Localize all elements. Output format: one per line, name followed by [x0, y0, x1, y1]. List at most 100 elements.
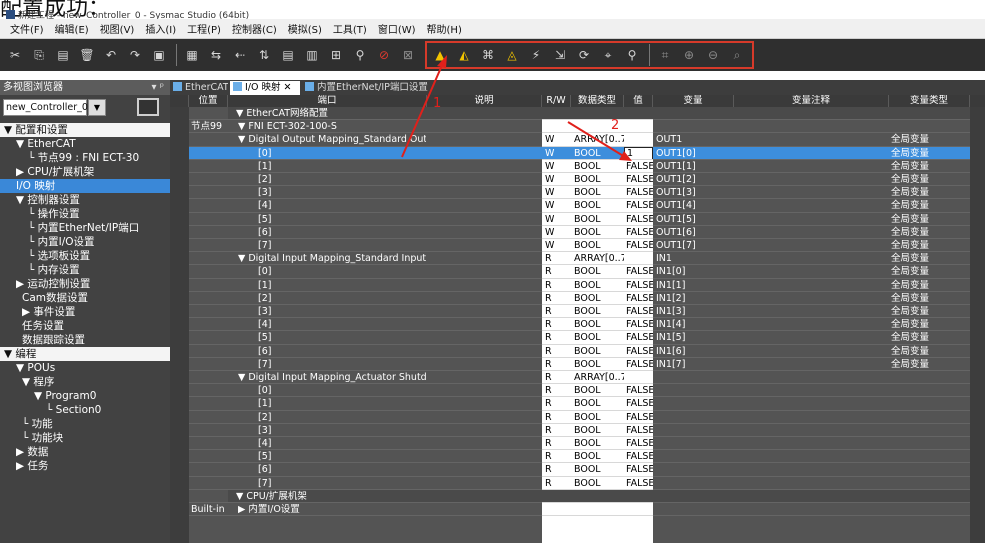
table-row[interactable]: [1] R BOOL FALSE: [170, 397, 985, 410]
table-row[interactable]: [5] W BOOL FALSE OUT1[5] 全局变量: [170, 213, 985, 226]
search-icon[interactable]: ⚲: [623, 46, 641, 64]
menu-item[interactable]: 模拟(S): [288, 21, 322, 36]
online-icon[interactable]: ⇆: [207, 46, 225, 64]
table-row[interactable]: [7] W BOOL FALSE OUT1[7] 全局变量: [170, 239, 985, 252]
cycle-icon[interactable]: ⟳: [575, 46, 593, 64]
menu-item[interactable]: 编辑(E): [55, 21, 89, 36]
offline-icon[interactable]: ⇠: [231, 46, 249, 64]
menu-item[interactable]: 插入(I): [145, 21, 176, 36]
col-header-position[interactable]: 位置: [189, 95, 228, 107]
cell-val[interactable]: FALSE: [626, 173, 653, 186]
undo-icon[interactable]: ↶: [102, 46, 120, 64]
tree-item[interactable]: └ 功能: [0, 417, 170, 431]
network-icon[interactable]: ⊞: [327, 46, 345, 64]
cell-var[interactable]: IN1[1]: [656, 279, 734, 292]
tab-ethernet-ip[interactable]: 内置EtherNet/IP端口设置: [302, 81, 432, 95]
cell-var[interactable]: IN1[5]: [656, 331, 734, 344]
table-row[interactable]: [3] R BOOL FALSE: [170, 424, 985, 437]
tree-item[interactable]: ▶ CPU/扩展机架: [0, 165, 170, 179]
tree-item[interactable]: └ 操作设置: [0, 207, 170, 221]
cell-var[interactable]: OUT1[7]: [656, 239, 734, 252]
find-icon[interactable]: ⚲: [351, 46, 369, 64]
cell-val[interactable]: FALSE: [626, 384, 653, 397]
cell-var[interactable]: IN1[2]: [656, 292, 734, 305]
col-header-variable[interactable]: 变量: [653, 95, 734, 107]
simulate-icon[interactable]: ⚡: [527, 46, 545, 64]
cell-var[interactable]: IN1[4]: [656, 318, 734, 331]
table-row[interactable]: [6] W BOOL FALSE OUT1[6] 全局变量: [170, 226, 985, 239]
tree-item[interactable]: 数据跟踪设置: [0, 333, 170, 347]
table-row[interactable]: [3] R BOOL FALSE IN1[3] 全局变量: [170, 305, 985, 318]
cell-val[interactable]: FALSE: [626, 437, 653, 450]
menu-item[interactable]: 文件(F): [10, 21, 44, 36]
cell-val[interactable]: FALSE: [626, 358, 653, 371]
table-row[interactable]: [4] R BOOL FALSE: [170, 437, 985, 450]
table-row[interactable]: [6] R BOOL FALSE: [170, 463, 985, 476]
cell-val[interactable]: FALSE: [626, 424, 653, 437]
menu-item[interactable]: 帮助(H): [427, 21, 462, 36]
cell-val[interactable]: FALSE: [626, 186, 653, 199]
tree-item[interactable]: ▼ POUs: [0, 361, 170, 375]
stop-icon[interactable]: ⊘: [375, 46, 393, 64]
cell-var[interactable]: IN1[6]: [656, 345, 734, 358]
tree-item[interactable]: ▼ Program0: [0, 389, 170, 403]
cell-var[interactable]: IN1[3]: [656, 305, 734, 318]
cell-var[interactable]: OUT1[3]: [656, 186, 734, 199]
transfer-icon[interactable]: ▤: [279, 46, 297, 64]
compare-icon[interactable]: ▥: [303, 46, 321, 64]
col-header-port[interactable]: 端口: [228, 95, 427, 107]
zoom-reset-icon[interactable]: ⌕: [728, 46, 746, 64]
table-row[interactable]: [5] R BOOL FALSE: [170, 450, 985, 463]
col-header-rw[interactable]: R/W: [542, 95, 571, 107]
col-header-variable-comment[interactable]: 变量注释: [734, 95, 889, 107]
table-row[interactable]: ▼ Digital Input Mapping_Standard Input R A…: [170, 252, 985, 265]
col-header-value[interactable]: 值: [624, 95, 653, 107]
zoom-fit-icon[interactable]: ⌗: [656, 46, 674, 64]
cell-val[interactable]: FALSE: [626, 345, 653, 358]
cell-val[interactable]: FALSE: [626, 279, 653, 292]
table-row[interactable]: [5] R BOOL FALSE IN1[5] 全局变量: [170, 331, 985, 344]
close-icon[interactable]: ✕: [284, 82, 292, 93]
tree-item[interactable]: └ 内置EtherNet/IP端口: [0, 221, 170, 235]
cell-val[interactable]: FALSE: [626, 450, 653, 463]
tab-io-map[interactable]: I/O 映射 ✕: [230, 81, 300, 95]
table-row[interactable]: [4] R BOOL FALSE IN1[4] 全局变量: [170, 318, 985, 331]
cell-val[interactable]: FALSE: [626, 305, 653, 318]
cell-val[interactable]: FALSE: [626, 463, 653, 476]
tree-item[interactable]: ▼ 配置和设置: [0, 123, 170, 137]
cell-val[interactable]: FALSE: [626, 160, 653, 173]
controller-monitor-icon[interactable]: [137, 98, 159, 116]
cell-var[interactable]: OUT1[5]: [656, 213, 734, 226]
controller-select[interactable]: new_Controller_0: [3, 99, 88, 116]
cell-val[interactable]: FALSE: [626, 318, 653, 331]
build-icon[interactable]: ▣: [150, 46, 168, 64]
table-row[interactable]: [1] W BOOL FALSE OUT1[1] 全局变量: [170, 160, 985, 173]
table-row[interactable]: 节点99 ▼ FNI ECT-302-100-S: [170, 120, 985, 133]
tree-item[interactable]: ▼ 控制器设置: [0, 193, 170, 207]
table-row[interactable]: [0] R BOOL FALSE IN1[0] 全局变量: [170, 265, 985, 278]
tree-item[interactable]: ▶ 运动控制设置: [0, 277, 170, 291]
cell-var[interactable]: OUT1[6]: [656, 226, 734, 239]
group-row[interactable]: ▼ EtherCAT网络配置: [170, 107, 985, 120]
menu-item[interactable]: 窗口(W): [378, 21, 416, 36]
cell-var[interactable]: IN1[7]: [656, 358, 734, 371]
tree-item[interactable]: └ 内置I/O设置: [0, 235, 170, 249]
tree-item[interactable]: └ 节点99 : FNI ECT-30: [0, 151, 170, 165]
reset-force-icon[interactable]: ◬: [503, 46, 521, 64]
menu-item[interactable]: 工具(T): [333, 21, 367, 36]
tree-item[interactable]: ▶ 事件设置: [0, 305, 170, 319]
redo-icon[interactable]: ↷: [126, 46, 144, 64]
tree-item[interactable]: └ 功能块: [0, 431, 170, 445]
sync-icon[interactable]: ⇅: [255, 46, 273, 64]
cell-val[interactable]: FALSE: [626, 477, 653, 490]
cell-val[interactable]: FALSE: [626, 411, 653, 424]
menu-item[interactable]: 视图(V): [100, 21, 135, 36]
paste-icon[interactable]: ▤: [54, 46, 72, 64]
menu-item[interactable]: 工程(P): [187, 21, 221, 36]
cell-var[interactable]: OUT1[0]: [656, 147, 734, 160]
delete-icon[interactable]: 🗑: [78, 46, 96, 64]
table-row[interactable]: [7] R BOOL FALSE IN1[7] 全局变量: [170, 358, 985, 371]
col-header-variable-type[interactable]: 变量类型: [889, 95, 970, 107]
table-row[interactable]: ▼ Digital Input Mapping_Actuator Shutd R A…: [170, 371, 985, 384]
tree-item[interactable]: ▶ 数据: [0, 445, 170, 459]
